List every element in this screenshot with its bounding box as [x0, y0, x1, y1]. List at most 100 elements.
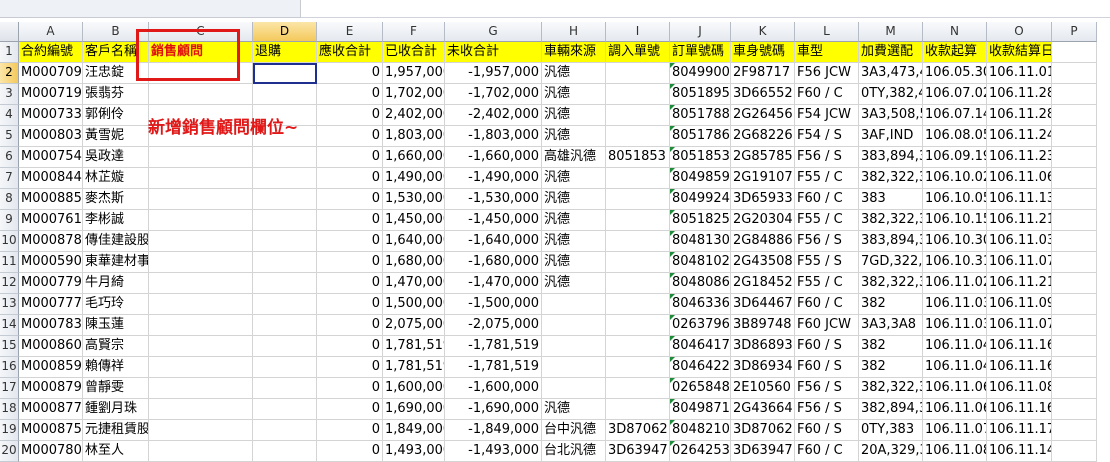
table-cell[interactable]: [253, 273, 317, 294]
column-header-b[interactable]: B: [83, 22, 149, 42]
table-cell[interactable]: 0263796: [670, 315, 731, 336]
header-cell[interactable]: 車身號碼: [731, 42, 795, 63]
table-cell[interactable]: 8051853: [606, 147, 670, 168]
table-cell[interactable]: [606, 84, 670, 105]
table-cell[interactable]: [606, 315, 670, 336]
table-cell[interactable]: 0: [317, 147, 383, 168]
table-cell[interactable]: -1,493,000: [445, 441, 542, 462]
table-cell[interactable]: [542, 357, 606, 378]
table-cell[interactable]: 0: [317, 210, 383, 231]
table-cell[interactable]: 8046417: [670, 336, 731, 357]
table-cell[interactable]: 106.11.16: [987, 357, 1052, 378]
table-cell[interactable]: 8051825: [670, 210, 731, 231]
table-cell[interactable]: 0265848: [670, 378, 731, 399]
table-cell[interactable]: M000733: [19, 105, 83, 126]
table-cell[interactable]: 106.11.07: [987, 252, 1052, 273]
table-cell[interactable]: 2F98717: [731, 63, 795, 84]
table-cell[interactable]: 張翡芬: [83, 84, 149, 105]
row-header[interactable]: 15: [0, 336, 19, 357]
table-cell[interactable]: [149, 84, 253, 105]
table-cell[interactable]: 8051853: [670, 147, 731, 168]
table-cell[interactable]: 郭俐伶: [83, 105, 149, 126]
row-header[interactable]: 3: [0, 84, 19, 105]
table-cell[interactable]: [1052, 63, 1097, 84]
header-cell[interactable]: 合約編號: [19, 42, 83, 63]
row-header[interactable]: 9: [0, 210, 19, 231]
table-cell[interactable]: -1,781,519: [445, 336, 542, 357]
table-cell[interactable]: [253, 147, 317, 168]
table-cell[interactable]: [606, 252, 670, 273]
header-cell[interactable]: 未收合計: [445, 42, 542, 63]
table-cell[interactable]: 106.11.06: [987, 168, 1052, 189]
table-cell[interactable]: 2,402,000: [383, 105, 445, 126]
row-header[interactable]: 11: [0, 252, 19, 273]
table-cell[interactable]: -1,680,000: [445, 252, 542, 273]
table-cell[interactable]: 383,894,3: [859, 231, 923, 252]
table-cell[interactable]: 1,470,000: [383, 273, 445, 294]
table-cell[interactable]: [149, 168, 253, 189]
table-cell[interactable]: [542, 294, 606, 315]
table-cell[interactable]: M000860: [19, 336, 83, 357]
table-cell[interactable]: 1,849,000: [383, 420, 445, 441]
table-cell[interactable]: 曾靜雯: [83, 378, 149, 399]
table-cell[interactable]: 382,322,3: [859, 210, 923, 231]
table-cell[interactable]: [149, 252, 253, 273]
table-cell[interactable]: 382: [859, 336, 923, 357]
table-cell[interactable]: [1052, 315, 1097, 336]
row-header[interactable]: 10: [0, 231, 19, 252]
table-cell[interactable]: 2G18452: [731, 273, 795, 294]
table-cell[interactable]: [253, 336, 317, 357]
column-header-f[interactable]: F: [383, 22, 445, 42]
table-cell[interactable]: 8049859: [670, 168, 731, 189]
table-cell[interactable]: 106.11.21: [987, 273, 1052, 294]
row-header[interactable]: 6: [0, 147, 19, 168]
table-cell[interactable]: [149, 378, 253, 399]
table-cell[interactable]: 2G26456: [731, 105, 795, 126]
header-cell[interactable]: 收款結算日: [987, 42, 1052, 63]
table-cell[interactable]: 8046336: [670, 294, 731, 315]
table-cell[interactable]: [1052, 273, 1097, 294]
table-cell[interactable]: -2,402,000: [445, 105, 542, 126]
table-cell[interactable]: 106.10.31: [923, 252, 987, 273]
table-cell[interactable]: 3A3,508,5: [859, 105, 923, 126]
table-cell[interactable]: 2G20304: [731, 210, 795, 231]
table-cell[interactable]: 0264253: [670, 441, 731, 462]
table-cell[interactable]: [606, 336, 670, 357]
table-cell[interactable]: [149, 189, 253, 210]
row-header[interactable]: 19: [0, 420, 19, 441]
table-cell[interactable]: -1,640,000: [445, 231, 542, 252]
table-cell[interactable]: 106.10.15: [923, 210, 987, 231]
column-header-n[interactable]: N: [923, 22, 987, 42]
table-cell[interactable]: [149, 210, 253, 231]
column-header-a[interactable]: A: [19, 22, 83, 42]
table-cell[interactable]: 106.11.09: [987, 294, 1052, 315]
table-cell[interactable]: F60 / C: [795, 294, 859, 315]
table-cell[interactable]: [1052, 126, 1097, 147]
table-cell[interactable]: [1052, 336, 1097, 357]
table-cell[interactable]: 106.11.08: [923, 441, 987, 462]
table-cell[interactable]: F56 JCW: [795, 63, 859, 84]
table-cell[interactable]: [149, 231, 253, 252]
table-cell[interactable]: 0: [317, 231, 383, 252]
row-header[interactable]: 16: [0, 357, 19, 378]
header-cell[interactable]: 收款起算: [923, 42, 987, 63]
table-cell[interactable]: 383: [859, 189, 923, 210]
table-cell[interactable]: M000875: [19, 420, 83, 441]
table-cell[interactable]: [1052, 210, 1097, 231]
header-cell[interactable]: 訂單號碼: [670, 42, 731, 63]
table-cell[interactable]: [149, 294, 253, 315]
table-cell[interactable]: [542, 336, 606, 357]
table-cell[interactable]: 汎德: [542, 63, 606, 84]
table-cell[interactable]: 106.11.07: [923, 420, 987, 441]
table-cell[interactable]: -1,690,000: [445, 399, 542, 420]
table-cell[interactable]: 2G85785: [731, 147, 795, 168]
row-header[interactable]: 7: [0, 168, 19, 189]
table-cell[interactable]: 0: [317, 441, 383, 462]
table-cell[interactable]: 賴傳祥: [83, 357, 149, 378]
table-cell[interactable]: [542, 378, 606, 399]
table-cell[interactable]: [149, 63, 253, 84]
table-cell[interactable]: 3D64467: [731, 294, 795, 315]
table-cell[interactable]: 高雄汎德: [542, 147, 606, 168]
table-cell[interactable]: 黃雪妮: [83, 126, 149, 147]
table-cell[interactable]: 高賢宗: [83, 336, 149, 357]
